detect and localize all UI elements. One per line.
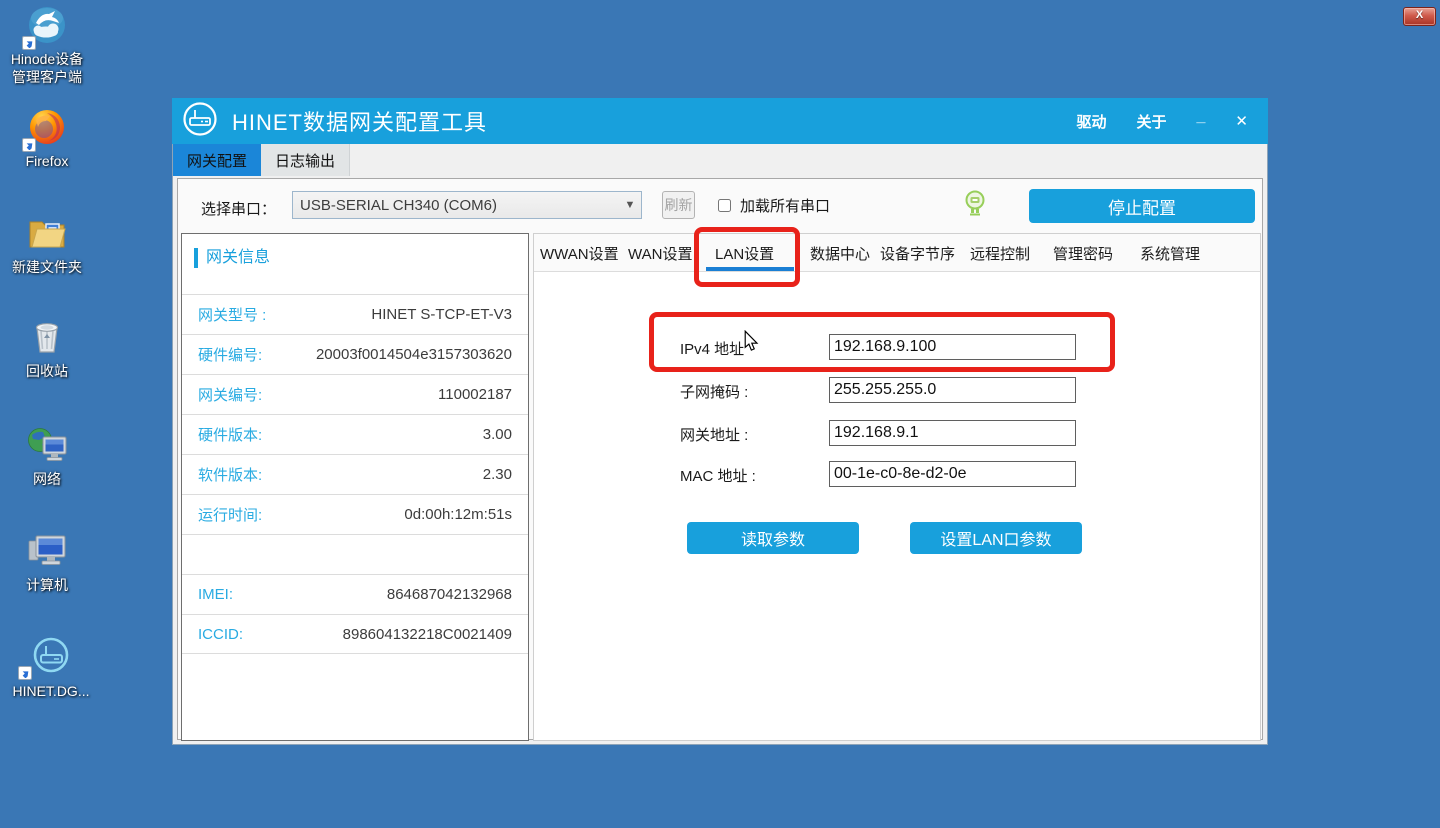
recycle-bin-icon (29, 318, 65, 361)
desktop-icon-label: 新建文件夹 (4, 258, 90, 276)
desktop-icon-label: 回收站 (4, 362, 90, 380)
desktop-icon-label: 网络 (4, 470, 90, 488)
load-all-ports-label: 加载所有串口 (740, 195, 830, 216)
content-panel: 选择串口： USB-SERIAL CH340 (COM6) ▼ 刷新 加载所有串… (177, 178, 1263, 740)
load-all-ports-checkbox[interactable] (718, 199, 731, 212)
serial-port-label: 选择串口： (201, 198, 276, 219)
desktop-icon-label: 管理客户端 (4, 68, 90, 86)
window-title: HINET数据网关配置工具 (232, 105, 487, 137)
main-tab-bar: 网关配置 日志输出 (173, 144, 350, 176)
minimize-button[interactable]: _ (1197, 108, 1206, 126)
stop-config-button[interactable]: 停止配置 (1029, 189, 1255, 223)
tab-byte-order[interactable]: 设备字节序 (880, 243, 955, 264)
desktop-icon-label: 计算机 (4, 576, 90, 594)
refresh-button[interactable]: 刷新 (662, 191, 695, 219)
desktop-icon-new-folder[interactable]: 新建文件夹 (4, 214, 90, 276)
tab-data-center[interactable]: 数据中心 (810, 243, 870, 264)
ipv4-address-field[interactable] (829, 334, 1076, 360)
tab-remote-control[interactable]: 远程控制 (970, 243, 1030, 264)
device-status-icon (964, 189, 986, 221)
info-row-empty (182, 534, 528, 574)
mac-address-field[interactable] (829, 461, 1076, 487)
folder-icon (27, 215, 67, 256)
set-lan-params-button[interactable]: 设置LAN口参数 (910, 522, 1082, 554)
desktop-icon-firefox[interactable]: Firefox (4, 108, 90, 170)
desktop-icon-label: HINET.DG... (4, 682, 98, 700)
read-params-button[interactable]: 读取参数 (687, 522, 859, 554)
tab-log-output[interactable]: 日志输出 (261, 144, 350, 176)
config-tab-bar: WWAN设置 WAN设置 LAN设置 数据中心 设备字节序 远程控制 管理密码 … (534, 234, 1260, 272)
network-icon (26, 426, 68, 469)
serial-port-select[interactable]: USB-SERIAL CH340 (COM6) ▼ (292, 191, 642, 219)
remote-viewer-close-button[interactable]: X (1403, 7, 1436, 26)
tab-gateway-config[interactable]: 网关配置 (173, 144, 261, 176)
driver-menu-button[interactable]: 驱动 (1076, 111, 1106, 132)
info-row-imei: IMEI: 864687042132968 (182, 574, 528, 614)
ipv4-label: IPv4 地址 (680, 338, 744, 359)
info-row-uptime: 运行时间: 0d:00h:12m:51s (182, 494, 528, 534)
info-row-hw-version: 硬件版本: 3.00 (182, 414, 528, 454)
titlebar: HINET数据网关配置工具 驱动 关于 _ ✕ (172, 98, 1268, 144)
shortcut-arrow-icon (18, 666, 32, 680)
info-row-iccid: ICCID: 898604132218C0021409 (182, 614, 528, 654)
chevron-down-icon: ▼ (619, 199, 641, 211)
hinet-router-icon (30, 636, 72, 683)
tab-admin-password[interactable]: 管理密码 (1053, 243, 1113, 264)
mac-label: MAC 地址 : (680, 465, 756, 486)
info-row-sw-version: 软件版本: 2.30 (182, 454, 528, 494)
tab-wan-settings[interactable]: WAN设置 (628, 243, 692, 264)
router-app-icon (182, 101, 218, 142)
info-row-model: 网关型号 : HINET S-TCP-ET-V3 (182, 294, 528, 334)
about-menu-button[interactable]: 关于 (1137, 111, 1167, 132)
active-tab-indicator (706, 267, 794, 271)
subnet-mask-field[interactable] (829, 377, 1076, 403)
tab-system-manage[interactable]: 系统管理 (1140, 243, 1200, 264)
tab-wwan-settings[interactable]: WWAN设置 (540, 243, 619, 264)
computer-icon (26, 532, 68, 575)
desktop-icon-label: Hinode设备 (4, 50, 90, 68)
tab-lan-settings[interactable]: LAN设置 (715, 243, 774, 264)
lan-settings-panel: WWAN设置 WAN设置 LAN设置 数据中心 设备字节序 远程控制 管理密码 … (533, 233, 1261, 741)
desktop-icon-hinode[interactable]: Hinode设备 管理客户端 (4, 6, 90, 86)
close-button[interactable]: ✕ (1235, 112, 1248, 130)
serial-port-value: USB-SERIAL CH340 (COM6) (293, 197, 619, 214)
gateway-info-title: 网关信息 (194, 248, 270, 268)
desktop-icon-recycle-bin[interactable]: 回收站 (4, 318, 90, 380)
app-window: HINET数据网关配置工具 驱动 关于 _ ✕ 网关配置 日志输出 选择串口： … (172, 98, 1268, 745)
desktop-icon-hinet-dg[interactable]: HINET.DG... (4, 638, 98, 700)
gateway-info-panel: 网关信息 网关型号 : HINET S-TCP-ET-V3 硬件编号: 2000… (181, 233, 529, 741)
gateway-label: 网关地址 : (680, 424, 748, 445)
desktop-icon-label: Firefox (4, 152, 90, 170)
gateway-address-field[interactable] (829, 420, 1076, 446)
subnet-label: 子网掩码 : (680, 381, 748, 402)
info-row-gateway-id: 网关编号: 110002187 (182, 374, 528, 414)
desktop-icon-network[interactable]: 网络 (4, 426, 90, 488)
desktop-icon-computer[interactable]: 计算机 (4, 532, 90, 594)
shortcut-arrow-icon (22, 138, 36, 152)
shortcut-arrow-icon (22, 36, 36, 50)
info-row-hardware-id: 硬件编号: 20003f0014504e3157303620 (182, 334, 528, 374)
